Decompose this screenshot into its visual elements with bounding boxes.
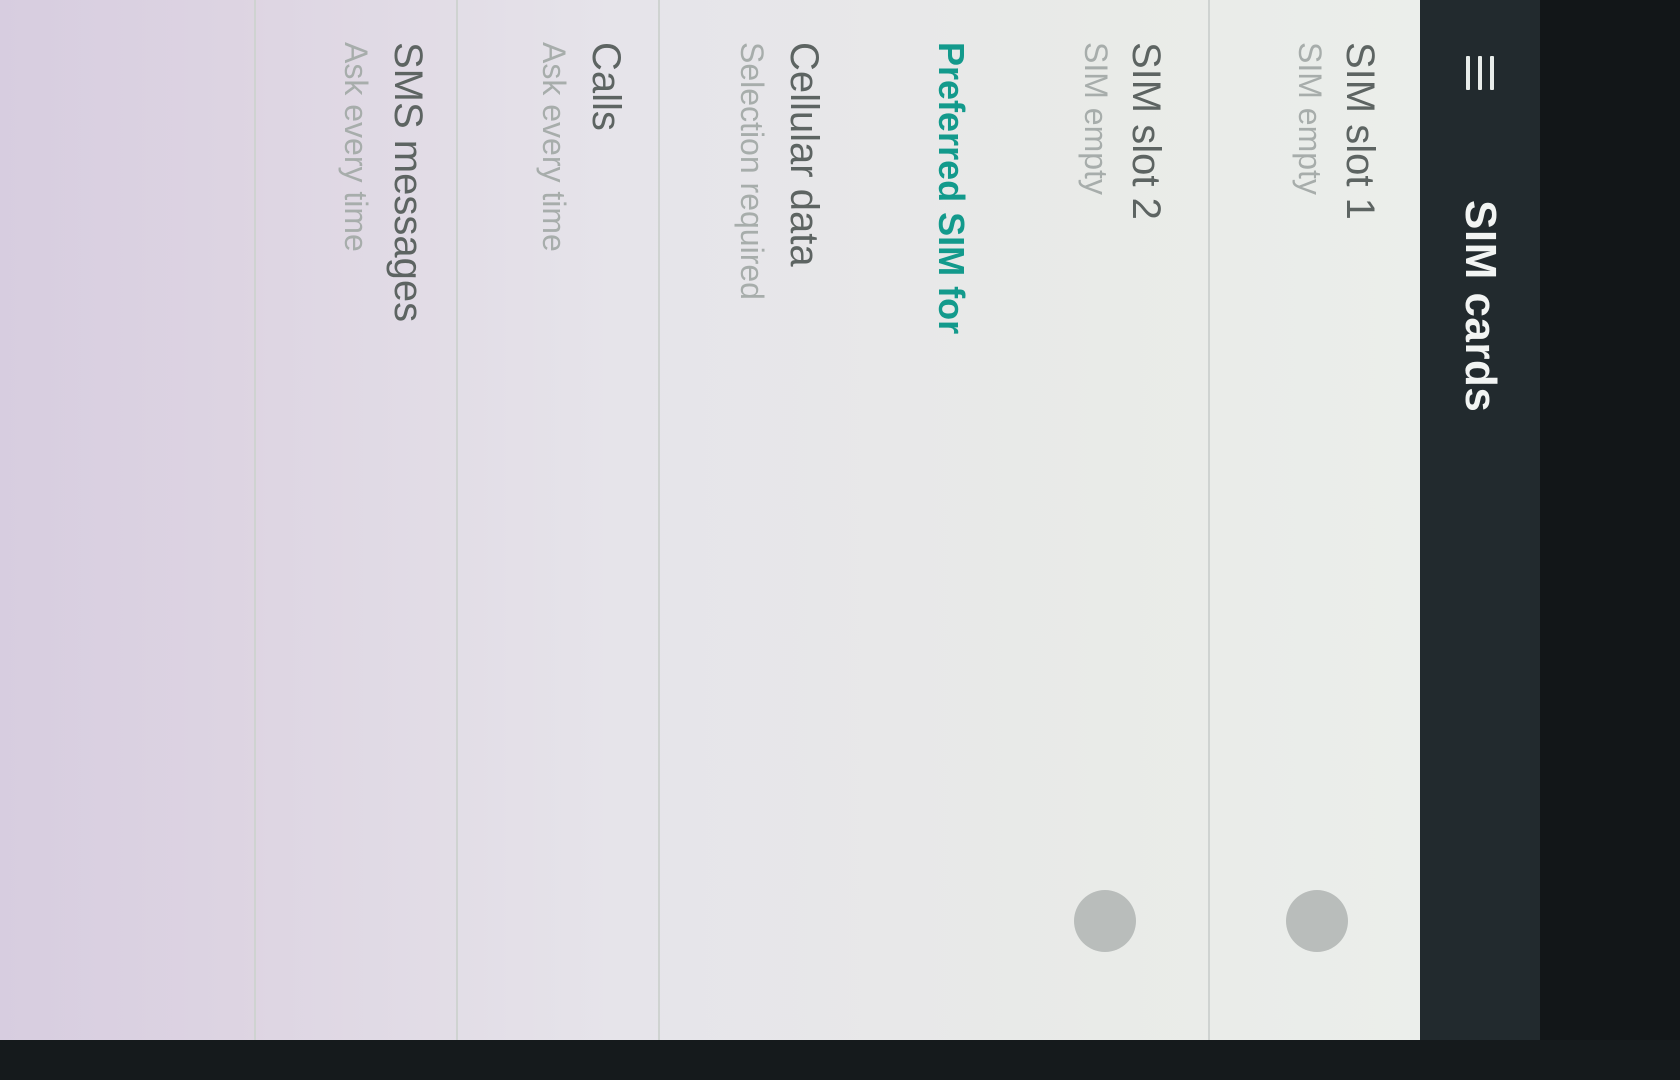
sim-slot-1-status: SIM empty xyxy=(1292,42,1328,195)
divider xyxy=(1208,0,1210,1040)
cellular-data-row[interactable]: Cellular data Selection required xyxy=(660,0,860,1040)
hamburger-menu-icon[interactable] xyxy=(1466,56,1494,90)
app-bar: SIM cards xyxy=(1420,0,1540,1040)
calls-title: Calls xyxy=(584,42,628,131)
sms-messages-title: SMS messages xyxy=(386,42,430,323)
sim-slot-2-row[interactable]: SIM slot 2 SIM empty xyxy=(1012,0,1208,1040)
sim-slot-2-status: SIM empty xyxy=(1078,42,1114,195)
cellular-data-title: Cellular data xyxy=(782,42,826,267)
photo-frame: SIM cards SIM slot 1 SIM empty SIM slot … xyxy=(0,0,1680,1080)
divider xyxy=(254,0,256,1040)
cellular-data-status: Selection required xyxy=(734,42,770,300)
phone-bezel xyxy=(0,1040,1680,1080)
page-title: SIM cards xyxy=(1456,200,1505,413)
phone-screen: SIM cards SIM slot 1 SIM empty SIM slot … xyxy=(0,0,1540,1040)
calls-row[interactable]: Calls Ask every time xyxy=(458,0,658,1040)
sms-messages-status: Ask every time xyxy=(338,42,374,252)
sms-messages-row[interactable]: SMS messages Ask every time xyxy=(256,0,456,1040)
sim-slot-2-title: SIM slot 2 xyxy=(1124,42,1168,220)
divider xyxy=(658,0,660,1040)
sim-slot-1-toggle[interactable] xyxy=(1286,890,1348,956)
divider xyxy=(456,0,458,1040)
sim-slot-1-row[interactable]: SIM slot 1 SIM empty xyxy=(1210,0,1420,1040)
calls-status: Ask every time xyxy=(536,42,572,252)
sim-slot-2-toggle[interactable] xyxy=(1074,890,1136,956)
preferred-sim-section-header: Preferred SIM for xyxy=(931,42,972,335)
sim-slot-1-title: SIM slot 1 xyxy=(1338,42,1382,220)
